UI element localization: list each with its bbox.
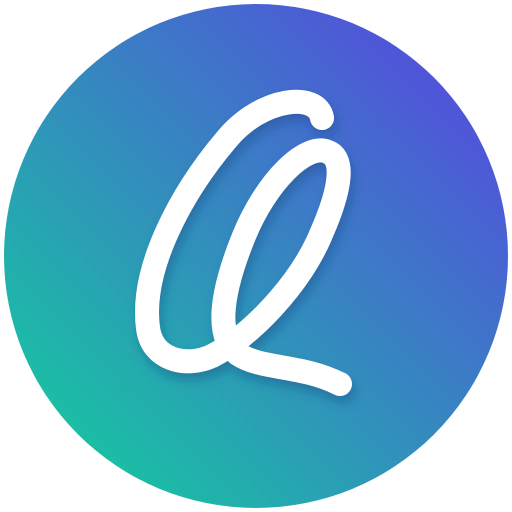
logo-background-circle	[4, 4, 508, 508]
script-q-logo-icon	[4, 4, 508, 508]
app-logo	[0, 0, 512, 512]
